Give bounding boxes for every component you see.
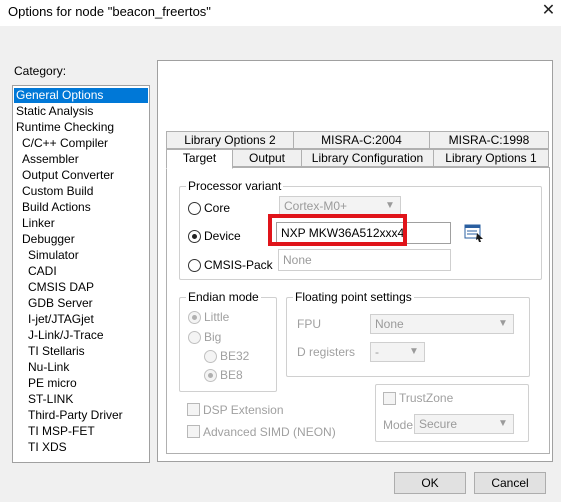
- tab-misra-2004[interactable]: MISRA-C:2004: [293, 131, 430, 149]
- processor-variant-title: Processor variant: [186, 179, 284, 193]
- advanced-simd-label: Advanced SIMD (NEON): [203, 425, 336, 439]
- big-radio[interactable]: [188, 331, 201, 344]
- fpu-label: FPU: [297, 317, 321, 331]
- category-item-ti-stellaris[interactable]: TI Stellaris: [26, 344, 87, 359]
- category-list[interactable]: General Options Static Analysis Runtime …: [12, 85, 150, 463]
- category-item-general-options[interactable]: General Options: [14, 88, 148, 103]
- category-item-assembler[interactable]: Assembler: [20, 152, 81, 167]
- cmsis-pack-field[interactable]: None: [278, 249, 451, 271]
- category-item-output-converter[interactable]: Output Converter: [20, 168, 116, 183]
- category-item-jlink[interactable]: J-Link/J-Trace: [26, 328, 106, 343]
- tab-library-options-2[interactable]: Library Options 2: [166, 131, 294, 149]
- chevron-down-icon: ▼: [498, 318, 508, 329]
- chevron-down-icon: ▼: [498, 418, 508, 429]
- be32-radio[interactable]: [204, 350, 217, 363]
- d-registers-select[interactable]: - ▼: [370, 342, 425, 362]
- trustzone-checkbox[interactable]: [383, 392, 396, 405]
- category-item-compiler[interactable]: C/C++ Compiler: [20, 136, 110, 151]
- mode-select-value: Secure: [419, 417, 458, 431]
- category-item-ti-xds[interactable]: TI XDS: [26, 440, 69, 455]
- tab-output[interactable]: Output: [232, 149, 302, 167]
- category-item-third-party-driver[interactable]: Third-Party Driver: [26, 408, 125, 423]
- fpu-select-value: None: [375, 317, 404, 331]
- little-radio[interactable]: [188, 311, 201, 324]
- category-item-cadi[interactable]: CADI: [26, 264, 59, 279]
- category-item-ti-msp-fet[interactable]: TI MSP-FET: [26, 424, 97, 439]
- ok-button[interactable]: OK: [394, 472, 466, 494]
- cmsis-pack-label: CMSIS-Pack: [204, 258, 273, 272]
- category-item-build-actions[interactable]: Build Actions: [20, 200, 93, 215]
- category-item-ijet[interactable]: I-jet/JTAGjet: [26, 312, 96, 327]
- category-item-gdb-server[interactable]: GDB Server: [26, 296, 95, 311]
- category-item-custom-build[interactable]: Custom Build: [20, 184, 95, 199]
- category-item-linker[interactable]: Linker: [20, 216, 57, 231]
- mode-select[interactable]: Secure ▼: [414, 414, 514, 434]
- category-item-nu-link[interactable]: Nu-Link: [26, 360, 71, 375]
- be8-radio[interactable]: [204, 369, 217, 382]
- big-label: Big: [204, 330, 222, 344]
- little-label: Little: [204, 310, 230, 324]
- category-item-pe-micro[interactable]: PE micro: [26, 376, 79, 391]
- core-label: Core: [204, 201, 231, 215]
- d-registers-select-value: -: [375, 345, 379, 359]
- floating-point-title: Floating point settings: [293, 290, 414, 304]
- cancel-button[interactable]: Cancel: [474, 472, 546, 494]
- window-title: Options for node "beacon_freertos": [8, 4, 211, 19]
- device-radio[interactable]: [188, 230, 201, 243]
- tab-target[interactable]: Target: [166, 149, 233, 169]
- tab-misra-1998[interactable]: MISRA-C:1998: [429, 131, 549, 149]
- dsp-extension-label: DSP Extension: [203, 403, 284, 417]
- endian-mode-title: Endian mode: [186, 290, 261, 304]
- trustzone-label: TrustZone: [399, 391, 454, 405]
- device-select-button[interactable]: [462, 222, 486, 244]
- category-item-runtime-checking[interactable]: Runtime Checking: [14, 120, 116, 135]
- target-tab-page: Processor variant Core Cortex-M0+ ▼ Devi…: [166, 167, 550, 454]
- close-icon[interactable]: ✕: [536, 0, 561, 24]
- category-item-debugger[interactable]: Debugger: [20, 232, 77, 247]
- dsp-extension-checkbox[interactable]: [187, 403, 200, 416]
- chevron-down-icon: ▼: [409, 346, 419, 357]
- chevron-down-icon: ▼: [385, 200, 395, 211]
- core-select[interactable]: Cortex-M0+ ▼: [279, 196, 401, 216]
- be32-label: BE32: [220, 349, 250, 363]
- floating-point-group: Floating point settings: [286, 290, 530, 377]
- category-item-simulator[interactable]: Simulator: [26, 248, 81, 263]
- core-radio[interactable]: [188, 202, 201, 215]
- device-label: Device: [204, 229, 241, 243]
- mode-label: Mode: [383, 418, 414, 432]
- advanced-simd-checkbox[interactable]: [187, 425, 200, 438]
- category-item-st-link[interactable]: ST-LINK: [26, 392, 75, 407]
- be8-label: BE8: [220, 368, 243, 382]
- d-registers-label: D registers: [297, 345, 356, 359]
- core-select-value: Cortex-M0+: [284, 199, 348, 213]
- category-item-static-analysis[interactable]: Static Analysis: [14, 104, 95, 119]
- category-label: Category:: [14, 64, 67, 78]
- highlight-box: [268, 214, 407, 246]
- cmsis-pack-radio[interactable]: [188, 259, 201, 272]
- device-select-icon: [464, 224, 483, 242]
- category-item-cmsis-dap[interactable]: CMSIS DAP: [26, 280, 96, 295]
- fpu-select[interactable]: None ▼: [370, 314, 514, 334]
- tab-library-options-1[interactable]: Library Options 1: [433, 149, 549, 167]
- tab-library-configuration[interactable]: Library Configuration: [301, 149, 434, 167]
